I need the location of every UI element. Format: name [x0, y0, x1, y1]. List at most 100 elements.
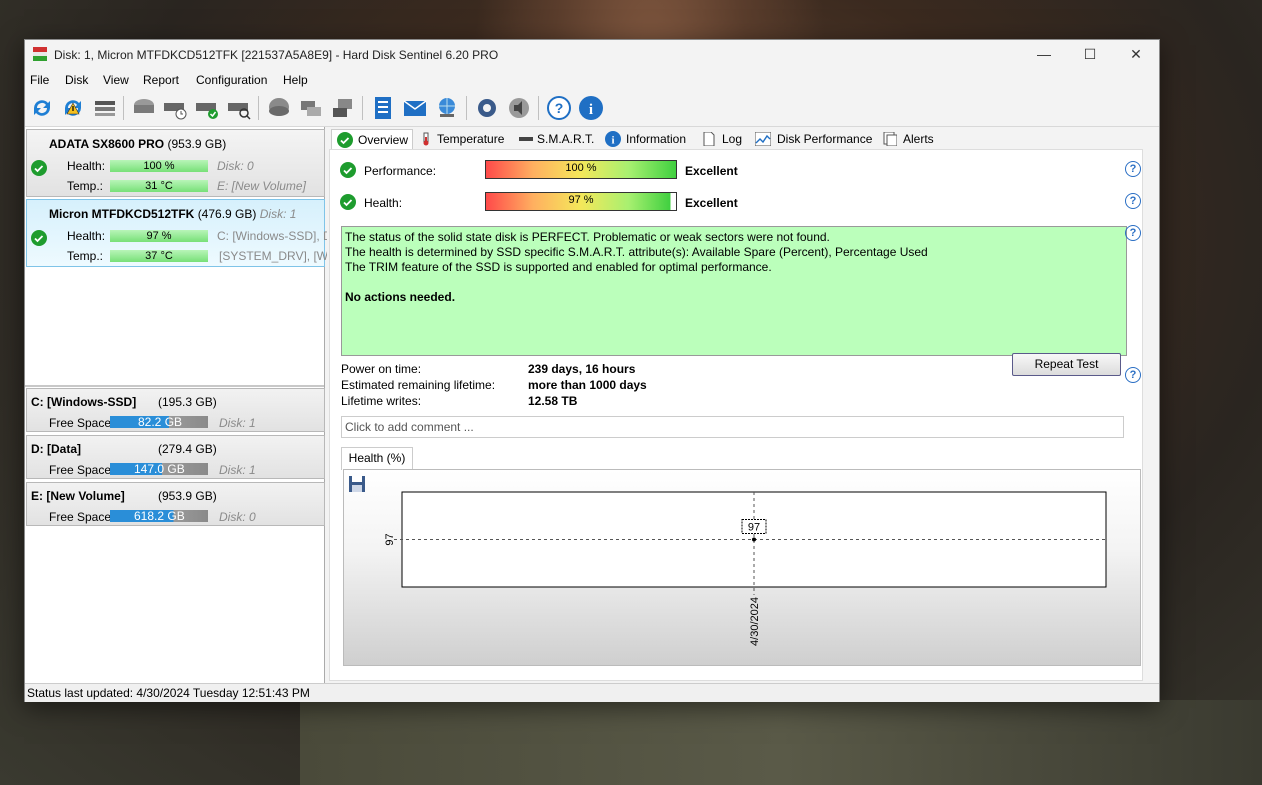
temp-bar: 31 °C — [110, 180, 208, 192]
refresh-warning-icon[interactable] — [60, 95, 86, 121]
health-label: Health: — [67, 159, 106, 173]
disk-ok-icon[interactable] — [194, 95, 220, 121]
free-space-value: 82.2 GB — [138, 415, 183, 429]
y-tick-label: 97 — [384, 533, 396, 545]
help-icon[interactable]: ? — [1125, 161, 1141, 177]
repeat-test-button[interactable]: Repeat Test — [1012, 353, 1121, 376]
menu-report[interactable]: Report — [143, 73, 179, 87]
svg-text:i: i — [589, 102, 593, 118]
free-space-bar: 618.2 GB — [110, 510, 208, 522]
title-bar: Disk: 1, Micron MTFDKCD512TFK [221537A5A… — [25, 40, 1159, 70]
volume-card-e[interactable]: E: [New Volume] (953.9 GB) Free Space 61… — [26, 482, 325, 526]
network-icon[interactable] — [434, 95, 460, 121]
toolbar-separator — [362, 96, 363, 120]
app-icon — [33, 47, 47, 61]
performance-bar: 100 % — [485, 160, 677, 179]
refresh-icon[interactable] — [29, 95, 55, 121]
tab-label: Disk Performance — [777, 132, 873, 146]
help-icon[interactable]: ? — [1125, 225, 1141, 241]
close-button[interactable]: ✕ — [1113, 40, 1159, 70]
disk-title: Micron MTFDKCD512TFK (476.9 GB) Disk: 1 — [49, 207, 296, 221]
tab-health-graph[interactable]: Health (%) — [341, 447, 413, 470]
comment-field[interactable]: Click to add comment ... — [341, 416, 1124, 438]
disk-title: ADATA SX8600 PRO (953.9 GB) — [49, 137, 226, 151]
menu-view[interactable]: View — [103, 73, 129, 87]
health-graph: 97 4/30/2024 97 — [343, 469, 1141, 666]
health-bar: 97 % — [485, 192, 677, 211]
report-icon[interactable] — [370, 95, 396, 121]
menu-file[interactable]: File — [30, 73, 49, 87]
health-bar: 97 % — [110, 230, 208, 242]
email-icon[interactable] — [402, 95, 428, 121]
disk-backup-icon[interactable] — [330, 95, 356, 121]
performance-rating: Excellent — [685, 164, 738, 178]
health-rating: Excellent — [685, 196, 738, 210]
volume-size: (279.4 GB) — [158, 442, 217, 456]
tab-information[interactable]: i Information — [605, 129, 695, 149]
svg-text:?: ? — [555, 100, 564, 116]
disk-search-icon[interactable] — [226, 95, 252, 121]
menu-help[interactable]: Help — [283, 73, 308, 87]
free-space-label: Free Space — [49, 510, 112, 524]
volume-name: E: [New Volume] — [31, 489, 125, 503]
menu-configuration[interactable]: Configuration — [196, 73, 267, 87]
health-label: Health: — [67, 229, 106, 243]
temp-info: [SYSTEM_DRV], [WI — [219, 249, 332, 263]
lifetime-label: Estimated remaining lifetime: — [341, 378, 496, 392]
free-space-label: Free Space — [49, 463, 112, 477]
status-line: The status of the solid state disk is PE… — [345, 230, 830, 244]
volume-size: (195.3 GB) — [158, 395, 217, 409]
panel-splitter[interactable] — [25, 385, 324, 387]
app-window: Disk: 1, Micron MTFDKCD512TFK [221537A5A… — [24, 39, 1160, 702]
overview-content: Performance: 100 % Excellent ? Health: 9… — [329, 149, 1143, 681]
free-space-value: 147.0 GB — [134, 462, 185, 476]
volume-name: D: [Data] — [31, 442, 81, 456]
tab-smart[interactable]: S.M.A.R.T. — [519, 129, 599, 149]
tab-overview[interactable]: Overview — [331, 129, 413, 150]
ok-check-icon — [340, 162, 356, 178]
performance-value: 100 % — [565, 162, 597, 174]
disk-size: (953.9 GB) — [167, 137, 227, 151]
thermometer-icon — [423, 132, 429, 146]
temp-bar: 37 °C — [110, 250, 208, 262]
help-icon[interactable]: ? — [1125, 193, 1141, 209]
tab-temperature[interactable]: Temperature — [419, 129, 515, 149]
disk-list-icon[interactable] — [92, 95, 118, 121]
data-point — [752, 537, 756, 542]
disk-surface-test-icon[interactable] — [131, 95, 157, 121]
disk-platter-icon[interactable] — [266, 95, 292, 121]
temp-label: Temp.: — [67, 179, 104, 193]
health-value: 97 % — [568, 194, 594, 206]
disk-card-micron[interactable]: Micron MTFDKCD512TFK (476.9 GB) Disk: 1 … — [26, 199, 332, 267]
sound-icon[interactable] — [506, 95, 532, 121]
temp-label: Temp.: — [67, 249, 104, 263]
tab-alerts[interactable]: Alerts — [883, 129, 943, 149]
disk-schedule-icon[interactable] — [162, 95, 188, 121]
tab-log[interactable]: Log — [703, 129, 749, 149]
disk-health-row: Health: 97 % C: [Windows-SSD], D — [27, 229, 332, 245]
volume-card-d[interactable]: D: [Data] (279.4 GB) Free Space 147.0 GB… — [26, 435, 325, 479]
disk-temp-row: Temp.: 31 °C E: [New Volume] — [27, 179, 324, 195]
tab-label: S.M.A.R.T. — [537, 132, 595, 146]
disk-copy-icon[interactable] — [298, 95, 324, 121]
disk-card-adata[interactable]: ADATA SX8600 PRO (953.9 GB) Health: 100 … — [26, 129, 325, 197]
status-action: No actions needed. — [345, 290, 456, 304]
free-space-label: Free Space — [49, 416, 112, 430]
maximize-button[interactable]: ☐ — [1067, 40, 1113, 70]
info-icon[interactable]: i — [578, 95, 604, 121]
gear-icon[interactable] — [474, 95, 500, 121]
tab-label: Temperature — [437, 132, 505, 146]
smart-icon — [519, 137, 533, 141]
window-title: Disk: 1, Micron MTFDKCD512TFK [221537A5A… — [54, 48, 499, 62]
performance-label: Performance: — [364, 164, 437, 178]
toolbar-separator — [258, 96, 259, 120]
toolbar-separator — [466, 96, 467, 120]
volume-card-c[interactable]: C: [Windows-SSD] (195.3 GB) Free Space 8… — [26, 388, 325, 432]
menu-disk[interactable]: Disk — [65, 73, 88, 87]
tab-disk-performance[interactable]: Disk Performance — [755, 129, 875, 149]
minimize-button[interactable]: — — [1021, 40, 1067, 70]
status-line: The health is determined by SSD specific… — [345, 245, 928, 259]
help-icon[interactable]: ? — [546, 95, 572, 121]
help-icon[interactable]: ? — [1125, 367, 1141, 383]
free-space-value: 618.2 GB — [134, 509, 185, 523]
